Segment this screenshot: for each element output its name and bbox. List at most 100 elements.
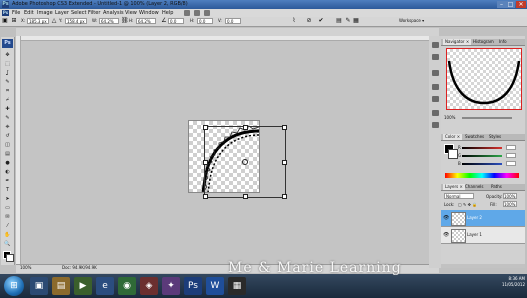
brush-tool-icon[interactable]: ✎ [4,115,11,121]
app-task-icon[interactable]: ◈ [140,277,158,295]
tab-histogram[interactable]: Histogram [471,39,496,45]
crop-tool-icon[interactable]: ⌗ [4,88,11,94]
shape-tool-icon[interactable]: ▭ [4,205,11,211]
document-size-status[interactable]: Doc: 94.9K/94.9K [62,265,97,271]
notepad-task-icon[interactable]: ▦ [228,277,246,295]
tab-info[interactable]: Info [497,39,509,45]
eyedropper-icon[interactable]: ⁄ [4,223,11,229]
healing-brush-icon[interactable]: ✚ [4,106,11,112]
blue-slider[interactable] [462,163,502,165]
angle-field[interactable]: 0.0 [168,18,184,24]
transform-handle-top[interactable] [243,125,248,130]
tool-presets-icon[interactable] [432,70,439,76]
history-panel-icon[interactable] [432,42,439,48]
tab-color[interactable]: Color × [443,134,463,140]
blend-mode-select[interactable]: Normal [444,193,474,199]
tab-channels[interactable]: Channels [463,184,486,190]
chrome-task-icon[interactable]: ◉ [118,277,136,295]
menu-help[interactable]: Help [162,10,173,16]
brush-icon[interactable]: ✎ [345,18,351,24]
internet-explorer-task-icon[interactable]: e [96,277,114,295]
h-skew-field[interactable]: 0.0 [197,18,213,24]
transform-handle-top-right[interactable] [282,125,287,130]
move-tool-icon[interactable]: ✥ [4,52,11,58]
transform-handle-bottom-right[interactable] [282,194,287,199]
menu-filter[interactable]: Filter [88,10,100,16]
transform-handle-bottom-left[interactable] [203,194,208,199]
pen-tool-icon[interactable]: ✒ [4,178,11,184]
free-transform-bounding-box[interactable] [203,125,287,199]
slice-tool-icon[interactable]: ⌿ [4,97,11,103]
paragraph-panel-icon[interactable] [432,122,439,128]
x-position-field[interactable]: 185.3 px [27,18,49,24]
green-value-field[interactable] [506,153,516,158]
maximize-button[interactable]: □ [506,1,515,8]
notes-tool-icon[interactable]: ✉ [4,214,11,220]
relative-position-icon[interactable]: △ [51,18,57,24]
hand-tool-icon[interactable]: ✋ [4,232,11,238]
zoom-tool-icon[interactable]: 🔍 [4,241,11,247]
transform-handle-left[interactable] [203,160,208,165]
red-value-field[interactable] [506,145,516,150]
brushes-panel-icon[interactable] [432,84,439,90]
explorer-task-icon[interactable]: ▣ [30,277,48,295]
dodge-tool-icon[interactable]: ◐ [4,169,11,175]
word-task-icon[interactable]: W [206,277,224,295]
utility-task-icon[interactable]: ✦ [162,277,180,295]
color-spectrum-ramp[interactable] [445,173,519,178]
cancel-transform-icon[interactable]: ⊘ [306,18,312,24]
menu-view[interactable]: View [125,10,137,16]
tab-swatches[interactable]: Swatches [463,134,486,140]
photoshop-task-icon[interactable]: Ps [184,277,202,295]
link-icon[interactable]: ⛓ [121,18,129,24]
folder-task-icon[interactable]: ▤ [52,277,70,295]
tab-styles[interactable]: Styles [487,134,503,140]
vertical-ruler[interactable] [16,36,21,264]
palette-well-icon[interactable]: ▤ [336,18,342,24]
commit-transform-icon[interactable]: ✔ [318,18,324,24]
tool-preset-icon[interactable]: ▦ [353,18,359,24]
transform-handle-right[interactable] [282,160,287,165]
navigator-zoom-slider[interactable] [462,117,512,119]
red-slider[interactable] [462,147,502,149]
type-tool-icon[interactable]: T [4,187,11,193]
screen-mode-icon[interactable] [194,10,200,16]
menu-analysis[interactable]: Analysis [103,10,124,16]
marquee-tool-icon[interactable]: ⬚ [4,61,11,67]
navigator-zoom-value[interactable]: 100% [444,115,455,121]
reference-point-icon[interactable]: ⊞ [11,18,17,24]
blue-value-field[interactable] [506,161,516,166]
start-button[interactable]: ⊞ [4,276,24,296]
color-background-swatch[interactable] [448,149,458,159]
path-select-icon[interactable]: ➤ [4,196,11,202]
menu-select[interactable]: Select [71,10,86,16]
background-color-swatch[interactable] [6,254,14,262]
eraser-tool-icon[interactable]: ◫ [4,142,11,148]
height-field[interactable]: 64.2% [136,18,156,24]
media-task-icon[interactable]: ▶ [74,277,92,295]
arrange-icon[interactable] [204,10,210,16]
menu-file[interactable]: File [12,10,20,16]
bridge-icon[interactable] [184,10,190,16]
lock-icons[interactable]: ▢ ✎ ✥ 🔒 [458,202,477,207]
system-clock[interactable]: 8:36 AM 11/05/2012 [495,276,525,296]
character-panel-icon[interactable] [432,110,439,116]
menu-edit[interactable]: Edit [24,10,34,16]
layer-row-layer-2[interactable]: 👁 Layer 2 [441,210,525,227]
transform-center-point[interactable] [242,159,248,165]
close-button[interactable]: ✕ [516,1,526,8]
y-position-field[interactable]: 158.4 px [65,18,87,24]
menu-window[interactable]: Window [139,10,159,16]
eye-icon[interactable]: 👁 [443,215,449,221]
menu-image[interactable]: Image [37,10,53,16]
clone-stamp-icon[interactable]: ⎈ [4,124,11,130]
minimize-button[interactable]: – [497,1,506,8]
navigator-preview[interactable] [446,48,522,110]
layer-row-layer-1[interactable]: 👁 Layer 1 [441,227,525,244]
menu-layer[interactable]: Layer [55,10,69,16]
tab-layers[interactable]: Layers × [443,184,465,190]
opacity-field[interactable]: 100% [503,193,517,199]
tab-paths[interactable]: Paths [489,184,504,190]
quick-select-tool-icon[interactable]: ✎ [4,79,11,85]
green-slider[interactable] [462,155,502,157]
